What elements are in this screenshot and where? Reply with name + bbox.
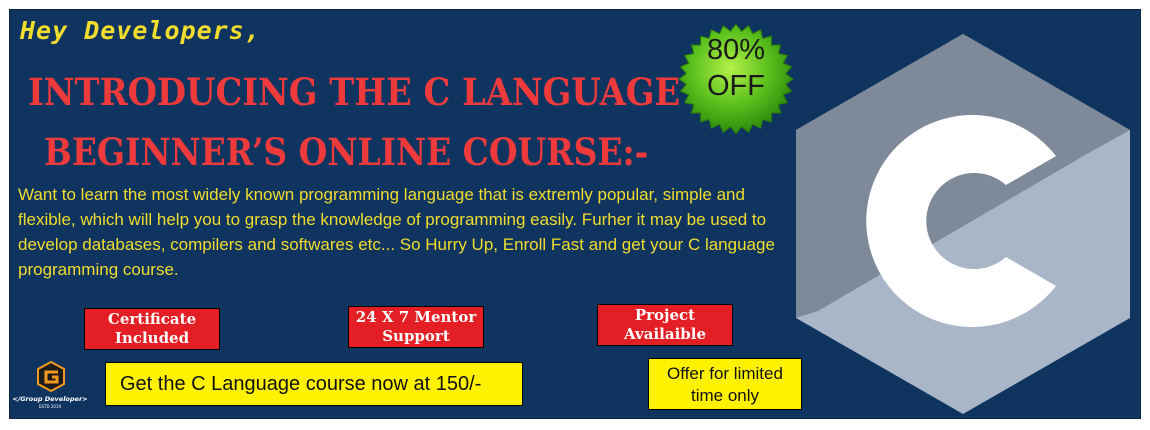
discount-badge-text: 80% OFF [672, 32, 800, 104]
feature-certificate-line2: Included [114, 329, 190, 347]
feature-mentor-support: 24 X 7 Mentor Support [348, 306, 484, 348]
offer-line1: Offer for limited [667, 364, 783, 383]
feature-mentor-line2: Support [382, 327, 450, 345]
cta-text: Get the C Language course now at 150/- [120, 372, 482, 395]
badge-off: OFF [707, 70, 765, 102]
feature-project-line1: Project [634, 306, 696, 324]
headline-line-2: BEGINNER’S ONLINE COURSE:- [44, 130, 649, 174]
feature-project: Project Availaible [597, 304, 733, 346]
feature-certificate-line1: Certificate [107, 310, 197, 328]
limited-offer-box: Offer for limited time only [648, 358, 802, 410]
brand-estd: ESTD 2019 [38, 404, 62, 409]
feature-mentor-line1: 24 X 7 Mentor [355, 308, 477, 326]
c-language-logo-icon: C [796, 34, 1130, 414]
feature-project-line2: Availaible [623, 325, 706, 343]
offer-line2: time only [690, 386, 760, 405]
headline-line-1: INTRODUCING THE C LANGUAGE [28, 70, 681, 114]
course-banner: Hey Developers, INTRODUCING THE C LANGUA… [9, 9, 1141, 419]
greeting-text: Hey Developers, [20, 16, 261, 45]
course-description: Want to learn the most widely known prog… [18, 185, 775, 279]
badge-percent: 80% [706, 34, 766, 66]
cta-price-box[interactable]: Get the C Language course now at 150/- [105, 362, 523, 406]
feature-certificate: Certificate Included [84, 308, 220, 350]
brand-name: </Group Developer> [12, 395, 88, 403]
